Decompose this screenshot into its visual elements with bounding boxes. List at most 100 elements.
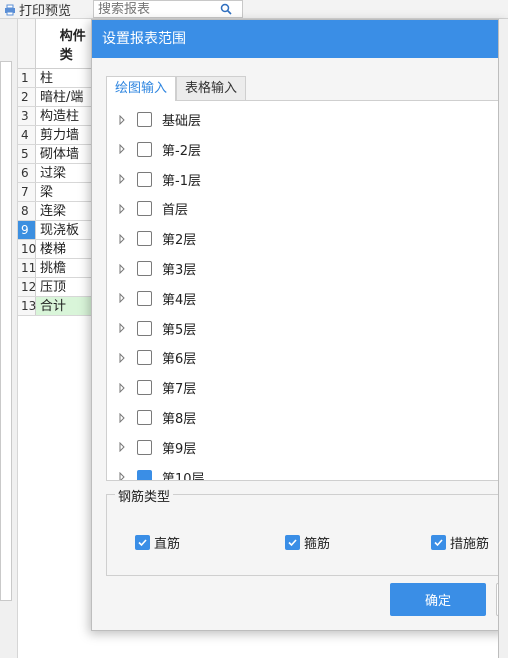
table-row[interactable]: 4 剪力墙 [18, 126, 98, 145]
rebar-option-straight[interactable]: 直筋 [135, 533, 180, 552]
table-cell-component[interactable]: 构造柱 [36, 107, 98, 125]
expand-arrow-icon[interactable] [117, 233, 127, 244]
floor-item[interactable]: 首层 [107, 194, 188, 223]
table-cell-component[interactable]: 暗柱/端 [36, 88, 98, 106]
floor-checkbox[interactable] [137, 201, 152, 217]
floor-checkbox[interactable] [137, 261, 152, 276]
floor-checkbox[interactable] [137, 320, 152, 336]
ok-button[interactable]: 确定 [390, 583, 486, 616]
table-row[interactable]: 6 过梁 [18, 164, 98, 183]
table-row[interactable]: 9 现浇板 [18, 221, 98, 240]
table-row[interactable]: 7梁 [18, 183, 98, 202]
expand-arrow-icon[interactable] [117, 114, 127, 125]
row-number: 12 [18, 278, 36, 296]
floor-checkbox[interactable] [137, 112, 152, 127]
rebar-option-label: 措施筋 [450, 537, 490, 552]
row-number: 3 [18, 107, 36, 125]
table-row[interactable]: 12 压顶 [18, 278, 98, 297]
floor-checkbox[interactable] [137, 171, 152, 187]
report-range-dialog: 设置报表范围 绘图输入 表格输入 基础层 第-2层 第-1层 首层 第2层 第3层 第4层第… [91, 19, 508, 631]
table-cell-component[interactable]: 过梁 [36, 164, 98, 182]
expand-arrow-icon[interactable] [117, 382, 127, 393]
rebar-option-stirrup[interactable]: 箍筋 [285, 533, 330, 552]
rebar-type-group: 钢筋类型 直筋 箍筋 措施筋 [106, 486, 508, 576]
search-icon[interactable] [220, 3, 232, 15]
table-row[interactable]: 10 楼梯 [18, 240, 98, 259]
floor-item[interactable]: 第-1层 [107, 165, 201, 194]
table-row[interactable]: 8 连梁 [18, 202, 98, 221]
expand-arrow-icon[interactable] [117, 442, 127, 453]
floor-item[interactable]: 第-2层 [107, 135, 201, 164]
floor-checkbox[interactable] [137, 439, 152, 455]
table-row[interactable]: 13 合计 [18, 297, 98, 316]
report-table: 构件类 1 柱 2 暗柱/端 3 构造柱 4 剪力墙 5 砌体墙 6 过梁 7 梁 8 连梁 9 现浇板 10 楼梯 1… [18, 19, 98, 316]
input-tabs: 绘图输入 表格输入 [106, 76, 247, 101]
floor-label: 第6层 [162, 352, 197, 368]
expand-arrow-icon[interactable] [117, 323, 127, 334]
floor-item[interactable]: 第9层 [107, 433, 196, 462]
row-number: 13 [18, 297, 36, 315]
expand-arrow-icon[interactable] [117, 412, 127, 423]
expand-arrow-icon[interactable] [117, 472, 127, 481]
report-search-input[interactable] [98, 1, 218, 17]
left-panel-strip [0, 19, 18, 658]
floor-checkbox[interactable] [137, 231, 152, 247]
tab-table-input[interactable]: 表格输入 [176, 76, 247, 100]
table-row[interactable]: 5 砌体墙 [18, 145, 98, 164]
floor-item[interactable]: 第8层 [107, 403, 196, 432]
floor-item[interactable]: 第3层 [107, 254, 196, 283]
rebar-option-measure[interactable]: 措施筋 [431, 533, 489, 552]
print-preview-label: 打印预览 [19, 4, 72, 19]
table-row[interactable]: 2 暗柱/端 [18, 88, 98, 107]
floor-checkbox[interactable] [137, 350, 152, 366]
checkbox-checked-icon[interactable] [135, 535, 150, 550]
floor-checkbox[interactable] [137, 141, 152, 157]
column-header-component-type[interactable]: 构件类 [36, 25, 98, 63]
row-number: 7 [18, 183, 36, 201]
row-number: 2 [18, 88, 36, 106]
row-number: 10 [18, 240, 36, 258]
floor-label: 第4层 [162, 292, 197, 308]
table-row[interactable]: 11 挑檐 [18, 259, 98, 278]
floor-item[interactable]: 第2层 [107, 224, 196, 253]
floor-item[interactable]: 第7层 [107, 373, 196, 402]
floor-label: 第8层 [162, 412, 197, 427]
floor-item[interactable]: 第5层 [107, 314, 196, 343]
left-panel-scroll[interactable] [0, 61, 12, 601]
table-cell-component[interactable]: 连梁 [36, 202, 98, 220]
floor-item[interactable]: 第4层 [107, 284, 196, 313]
checkbox-checked-icon[interactable] [285, 535, 300, 550]
table-cell-component[interactable]: 现浇板 [36, 221, 98, 239]
report-search-box[interactable] [93, 0, 243, 18]
floor-checkbox[interactable] [137, 410, 152, 425]
print-preview-button[interactable]: 打印预览 [0, 0, 71, 19]
floor-checkbox[interactable] [137, 380, 152, 396]
floor-item[interactable]: 第10层 [107, 463, 205, 481]
floor-label: 第9层 [162, 441, 197, 457]
table-cell-component[interactable]: 剪力墙 [36, 126, 98, 144]
table-body: 1 柱 2 暗柱/端 3 构造柱 4 剪力墙 5 砌体墙 6 过梁 7 梁 8 连梁 9 现浇板 10 楼梯 11 挑檐 1… [18, 69, 98, 316]
table-cell-component[interactable]: 压顶 [36, 278, 98, 296]
expand-arrow-icon[interactable] [117, 293, 127, 304]
table-cell-component[interactable]: 楼梯 [36, 240, 98, 258]
table-cell-component[interactable]: 梁 [36, 183, 98, 201]
table-cell-component[interactable]: 砌体墙 [36, 145, 98, 163]
tab-drawing-input[interactable]: 绘图输入 [106, 76, 177, 101]
table-cell-component[interactable]: 合计 [36, 297, 98, 315]
checkbox-checked-icon[interactable] [431, 535, 446, 550]
table-row[interactable]: 1柱 [18, 69, 98, 88]
floor-checkbox[interactable] [137, 290, 152, 306]
floor-item[interactable]: 第6层 [107, 343, 196, 372]
table-cell-component[interactable]: 挑檐 [36, 259, 98, 277]
floor-checkbox[interactable] [137, 469, 152, 480]
floor-item[interactable]: 基础层 [107, 105, 201, 134]
table-cell-component[interactable]: 柱 [36, 69, 98, 87]
expand-arrow-icon[interactable] [117, 144, 127, 155]
expand-arrow-icon[interactable] [117, 352, 127, 363]
expand-arrow-icon[interactable] [117, 263, 127, 274]
expand-arrow-icon[interactable] [117, 174, 127, 185]
floor-label: 第-2层 [162, 143, 201, 159]
expand-arrow-icon[interactable] [117, 203, 127, 214]
floor-label: 第3层 [162, 263, 197, 278]
table-row[interactable]: 3 构造柱 [18, 107, 98, 126]
